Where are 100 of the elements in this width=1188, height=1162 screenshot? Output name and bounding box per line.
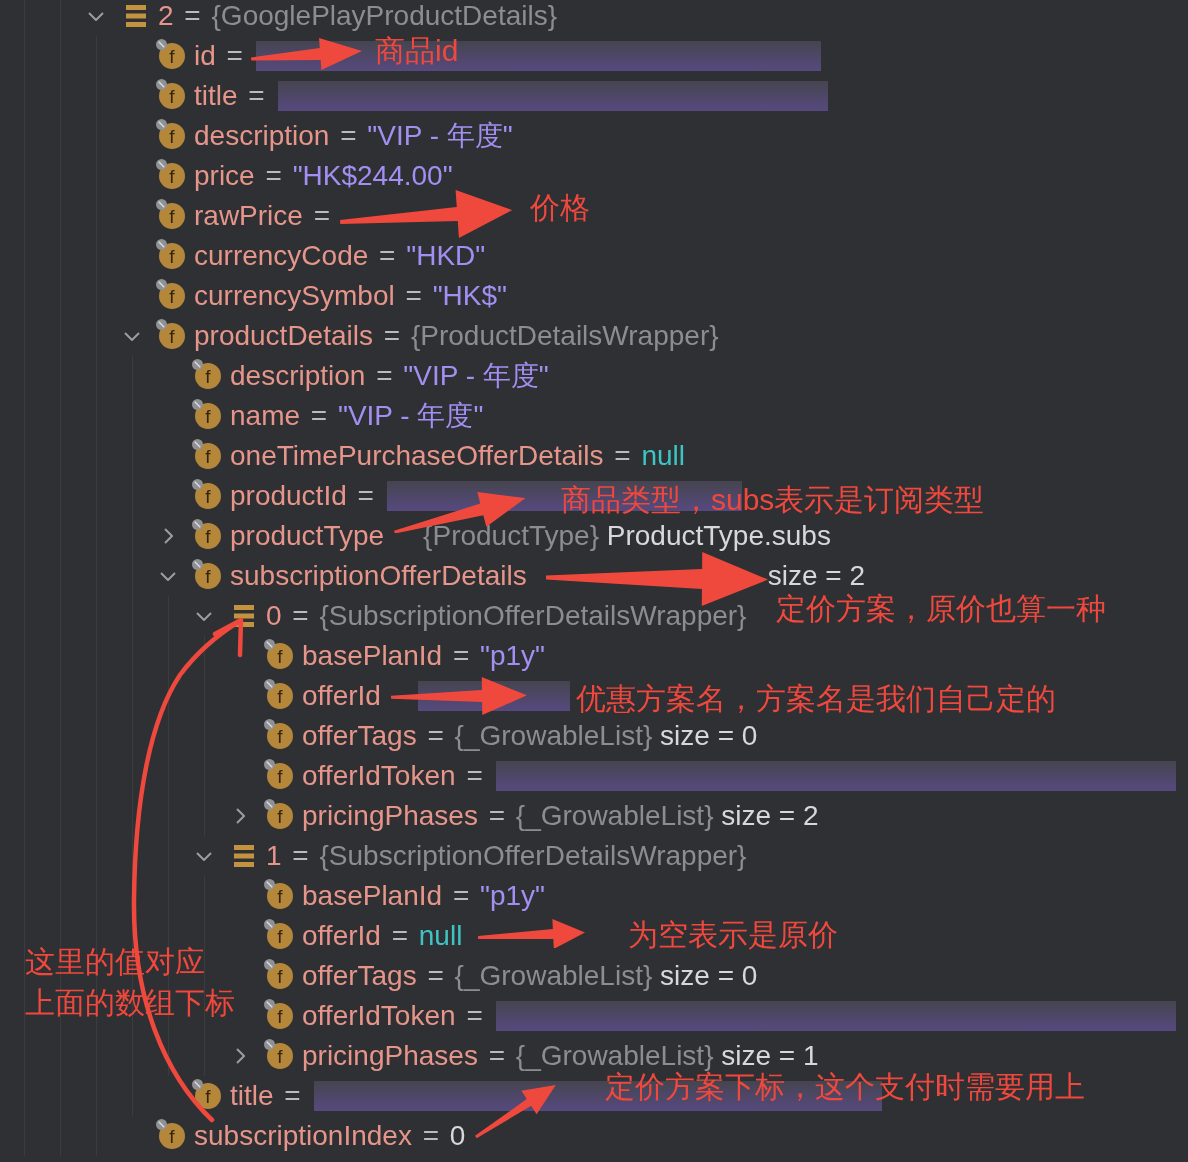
variable-label: subscriptionOfferDetails	[230, 560, 527, 592]
chevron-down-icon[interactable]	[196, 851, 212, 861]
field-badge: f	[159, 203, 185, 229]
variable-value: {ProductType} ProductType.subs	[423, 520, 831, 552]
field-badge: f	[159, 323, 185, 349]
variable-label: basePlanId = "p1y"	[302, 880, 546, 912]
variable-label: offerTags = {_GrowableList} size = 0	[302, 960, 758, 992]
variable-label: rawPrice =	[194, 200, 332, 232]
annotation-text: 商品类型，subs表示是订阅类型	[561, 485, 985, 515]
variable-label: subscriptionIndex = 0	[194, 1120, 466, 1152]
marker-icon	[156, 279, 167, 290]
variable-label: oneTimePurchaseOfferDetails = null	[230, 440, 686, 472]
marker-icon	[192, 519, 203, 530]
field-badge: f	[267, 723, 293, 749]
field-badge: f	[267, 1043, 293, 1069]
list-icon	[126, 5, 146, 27]
variable-label: pricingPhases = {_GrowableList} size = 1	[302, 1040, 819, 1071]
field-badge: f	[159, 283, 185, 309]
variable-label: title =	[194, 80, 266, 112]
marker-icon	[156, 239, 167, 250]
variable-label: 1 = {SubscriptionOfferDetailsWrapper}	[266, 840, 747, 872]
variable-label: description = "VIP - 年度"	[230, 360, 549, 392]
variable-label: offerId = null	[302, 920, 463, 952]
marker-icon	[264, 679, 275, 690]
list-icon	[234, 845, 254, 867]
variable-label: pricingPhases = {_GrowableList} size = 2	[302, 800, 819, 832]
field-badge: f	[159, 243, 185, 269]
variable-label: name = "VIP - 年度"	[230, 400, 484, 432]
field-badge: f	[195, 523, 221, 549]
variable-label: description = "VIP - 年度"	[194, 120, 513, 152]
annotation-text: 为空表示是原价	[628, 920, 838, 950]
marker-icon	[192, 359, 203, 370]
field-badge: f	[267, 963, 293, 989]
annotation-text: 优惠方案名，方案名是我们自己定的	[576, 684, 1056, 714]
variable-label: price = "HK$244.00"	[194, 160, 453, 192]
variable-label: productId =	[230, 480, 375, 512]
marker-icon	[264, 879, 275, 890]
marker-icon	[156, 319, 167, 330]
field-badge: f	[267, 683, 293, 709]
variable-label: id =	[194, 40, 244, 72]
marker-icon	[264, 999, 275, 1010]
marker-icon	[192, 439, 203, 450]
marker-icon	[156, 39, 167, 50]
field-badge: f	[195, 363, 221, 389]
chevron-right-icon[interactable]	[235, 1048, 245, 1064]
field-badge: f	[159, 83, 185, 109]
variable-label: title =	[230, 1080, 302, 1112]
marker-icon	[156, 1119, 167, 1130]
field-badge: f	[195, 403, 221, 429]
variable-label: productDetails = {ProductDetailsWrapper}	[194, 320, 719, 352]
field-badge: f	[267, 1003, 293, 1029]
marker-icon	[264, 719, 275, 730]
field-badge: f	[267, 883, 293, 909]
field-badge: f	[267, 803, 293, 829]
chevron-right-icon[interactable]	[163, 528, 173, 544]
field-badge: f	[195, 483, 221, 509]
list-icon	[234, 605, 254, 627]
variable-label: offerIdToken =	[302, 1000, 484, 1032]
annotation-text: 价格	[530, 193, 590, 223]
variable-label: offerIdToken =	[302, 760, 484, 792]
field-badge: f	[267, 643, 293, 669]
field-badge: f	[159, 1123, 185, 1149]
field-badge: f	[159, 163, 185, 189]
variable-label: offerId	[302, 680, 381, 712]
field-badge: f	[159, 43, 185, 69]
marker-icon	[156, 199, 167, 210]
marker-icon	[264, 1039, 275, 1050]
marker-icon	[264, 759, 275, 770]
marker-icon	[192, 559, 203, 570]
marker-icon	[192, 479, 203, 490]
variable-label: currencySymbol = "HK$"	[194, 280, 507, 312]
marker-icon	[192, 399, 203, 410]
field-badge: f	[267, 763, 293, 789]
variable-label: productType	[230, 520, 385, 552]
variable-label: currencyCode = "HKD"	[194, 240, 486, 272]
marker-icon	[156, 79, 167, 90]
chevron-right-icon[interactable]	[235, 808, 245, 824]
variable-value: size = 2	[767, 560, 865, 592]
marker-icon	[264, 799, 275, 810]
field-badge: f	[195, 563, 221, 589]
annotation-text: 定价方案下标，这个支付时需要用上	[605, 1072, 1085, 1102]
variable-label: basePlanId = "p1y"	[302, 640, 546, 672]
chevron-down-icon[interactable]	[124, 331, 140, 341]
field-badge: f	[267, 923, 293, 949]
chevron-down-icon[interactable]	[160, 571, 176, 581]
chevron-down-icon[interactable]	[88, 11, 104, 21]
marker-icon	[264, 639, 275, 650]
chevron-down-icon[interactable]	[196, 611, 212, 621]
variable-label: offerTags = {_GrowableList} size = 0	[302, 720, 758, 752]
annotation-text: 定价方案，原价也算一种	[776, 594, 1106, 624]
marker-icon	[192, 1079, 203, 1090]
variable-label: 2 = {GooglePlayProductDetails}	[158, 0, 558, 32]
field-badge: f	[159, 123, 185, 149]
field-badge: f	[195, 443, 221, 469]
marker-icon	[156, 159, 167, 170]
variable-label: 0 = {SubscriptionOfferDetailsWrapper}	[266, 600, 747, 632]
marker-icon	[264, 959, 275, 970]
marker-icon	[156, 119, 167, 130]
marker-icon	[264, 919, 275, 930]
annotation-text: 商品id	[375, 36, 459, 66]
